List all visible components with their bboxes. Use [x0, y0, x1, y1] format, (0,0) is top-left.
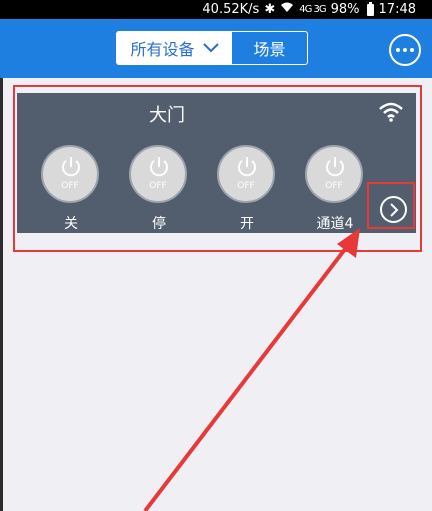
annotation-arrow — [143, 228, 360, 511]
